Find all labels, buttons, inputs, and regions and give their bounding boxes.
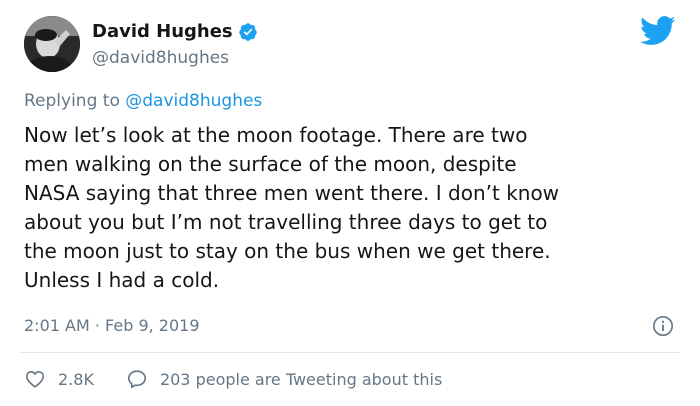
- reply-handle-link[interactable]: @david8hughes: [125, 91, 262, 111]
- author-name[interactable]: David Hughes: [92, 21, 258, 42]
- tweet-timestamp[interactable]: 2:01 AM · Feb 9, 2019: [24, 316, 200, 335]
- reply-prefix: Replying to: [24, 91, 120, 111]
- conversation-button[interactable]: 203 people are Tweeting about this: [126, 368, 442, 390]
- tweet-actions: 2.8K 203 people are Tweeting about this: [24, 367, 442, 391]
- heart-icon: [25, 371, 45, 388]
- verified-badge-icon: [238, 22, 257, 41]
- like-button[interactable]: 2.8K: [24, 368, 94, 390]
- twitter-bird-icon[interactable]: [640, 16, 676, 46]
- speech-bubble-icon: [127, 370, 147, 389]
- conversation-label: 203 people are Tweeting about this: [159, 369, 443, 389]
- tweet-text: Now let’s look at the moon footage. Ther…: [24, 123, 560, 292]
- author-name-text: David Hughes: [92, 21, 233, 42]
- avatar-photo: [24, 16, 80, 72]
- info-icon[interactable]: [652, 315, 674, 337]
- avatar[interactable]: [24, 16, 80, 72]
- divider: [20, 352, 680, 353]
- reply-context: Replying to @david8hughes: [24, 91, 262, 111]
- like-count: 2.8K: [58, 369, 94, 389]
- author-handle[interactable]: @david8hughes: [92, 48, 229, 68]
